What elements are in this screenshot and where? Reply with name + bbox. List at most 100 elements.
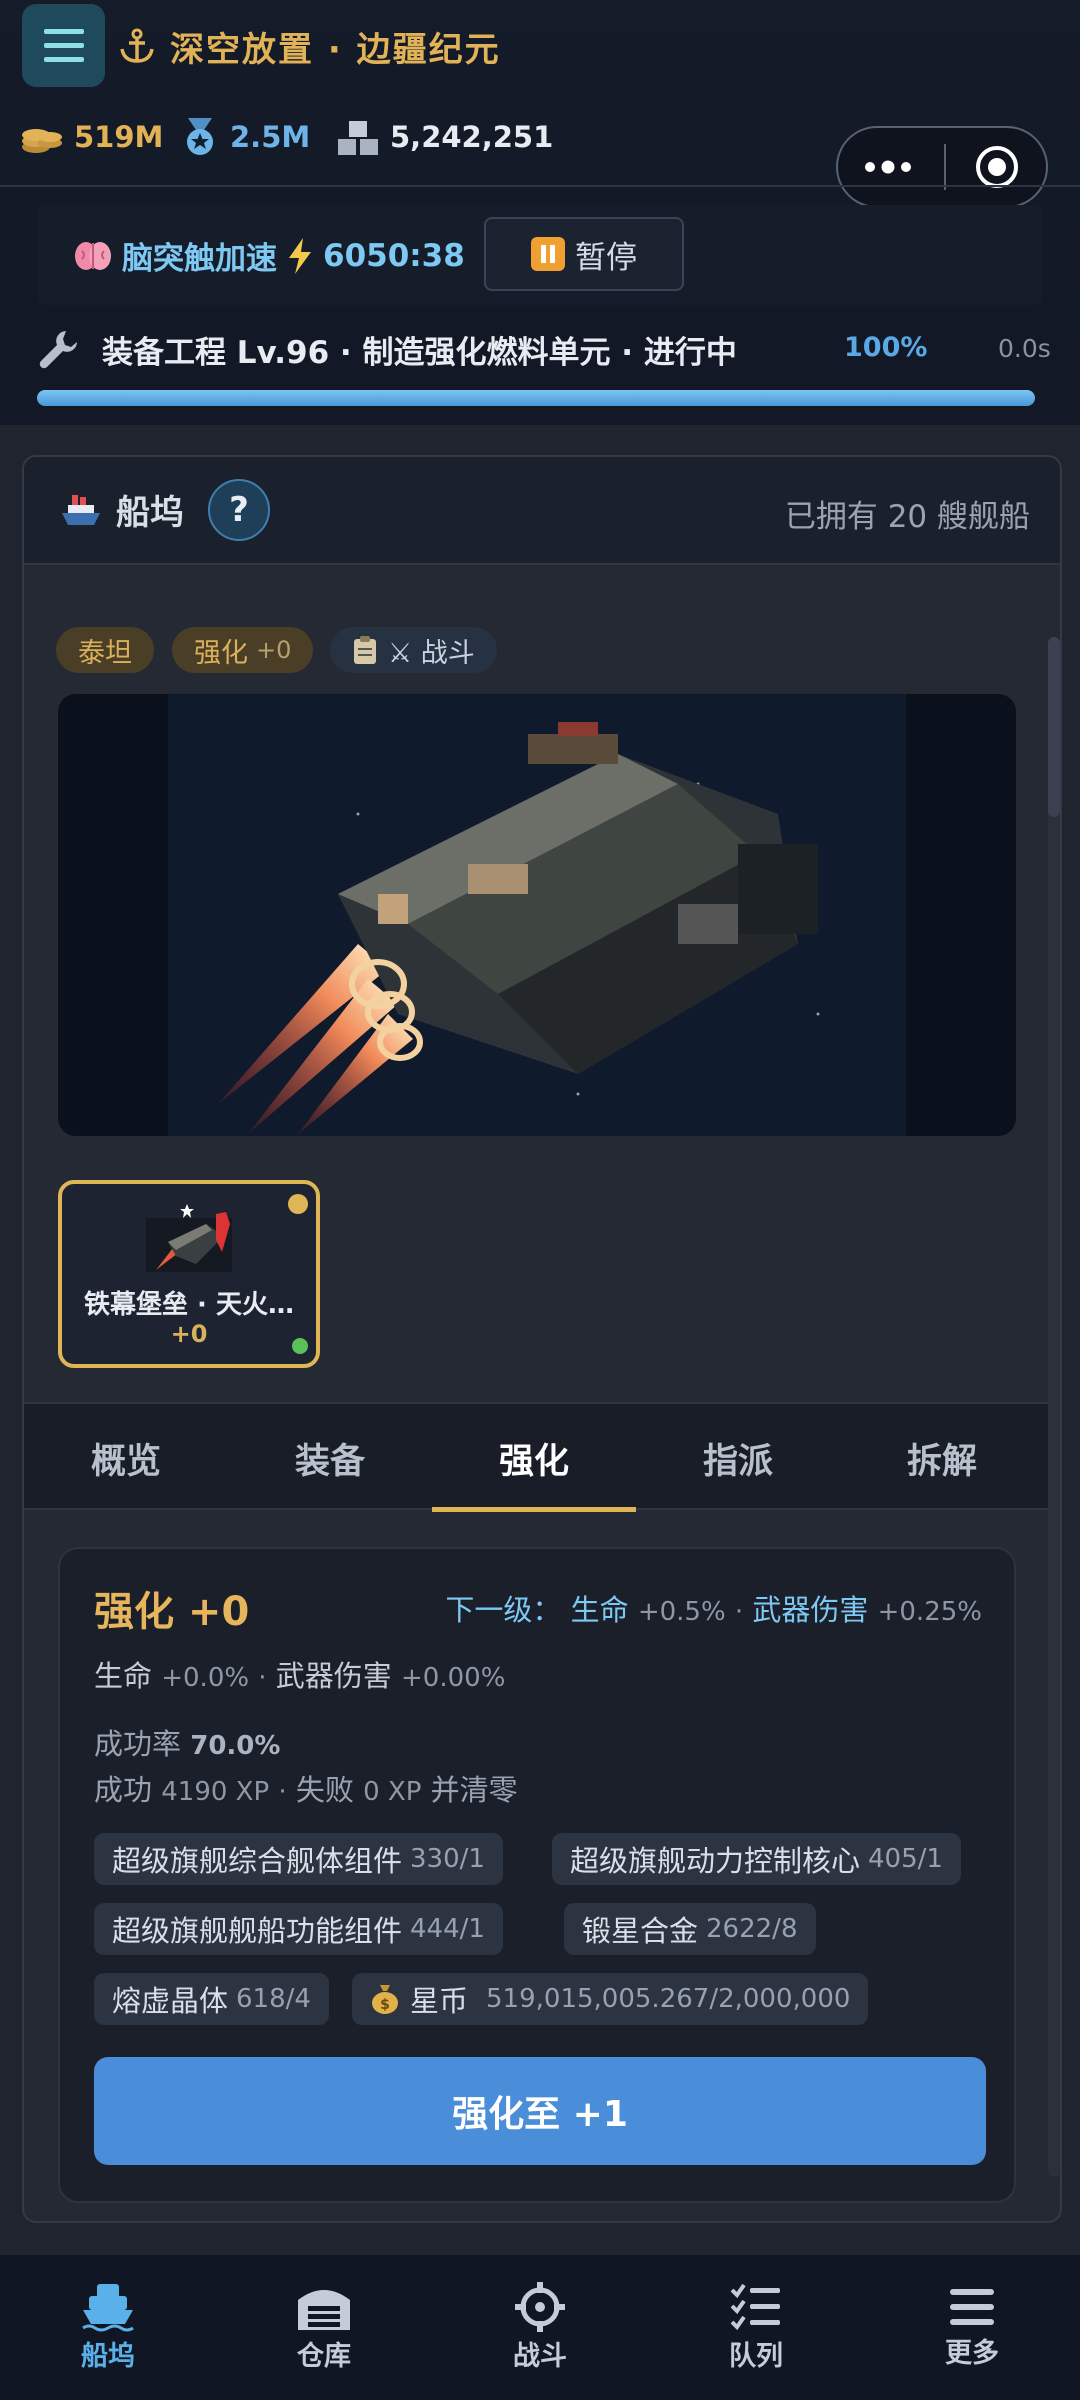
more-dots-icon: [865, 160, 911, 174]
task-progress-bar: [37, 390, 1035, 406]
coins-icon: [22, 129, 62, 153]
dock-title-text: 船坞: [116, 493, 184, 533]
tab-dismantle[interactable]: 拆解: [840, 1404, 1044, 1512]
mini-program-capsule: [836, 126, 1048, 208]
pause-button[interactable]: 暂停: [484, 217, 684, 291]
enhance-button[interactable]: 强化至 +1: [94, 2057, 986, 2165]
brain-icon: [75, 241, 111, 270]
task-status: 装备工程 Lv.96 · 制造强化燃料单元 · 进行中 100% 0.0s: [36, 318, 1051, 380]
warehouse-icon: [298, 2290, 350, 2330]
bottom-nav: 船坞 仓库 战斗 队列 更多: [0, 2255, 1080, 2400]
nav-more-label: 更多: [945, 2338, 999, 2369]
tag-class: 泰坦: [56, 627, 154, 673]
next-hp-label: 生命: [570, 1593, 629, 1627]
tag-role: ⚔ 战斗: [330, 627, 497, 673]
anchor-icon: [120, 28, 154, 63]
scrollbar-track[interactable]: [1048, 637, 1060, 2177]
nav-warehouse[interactable]: 仓库: [216, 2255, 432, 2400]
material-chip: 超级旗舰动力控制核心 405/1: [552, 1833, 961, 1885]
tag-role-label: ⚔ 战斗: [388, 637, 475, 669]
task-percent: 100%: [844, 332, 928, 363]
ship-preview: [58, 694, 1016, 1136]
boost-timer: 6050:38: [323, 237, 465, 274]
pause-label: 暂停: [575, 239, 637, 276]
target-circle-icon: [976, 146, 1018, 188]
next-dmg-label: 武器伤害: [752, 1593, 869, 1627]
material-chip: 熔虚晶体 618/4: [94, 1973, 329, 2025]
resource-coins: 519M: [20, 112, 163, 162]
tab-overview[interactable]: 概览: [24, 1404, 228, 1512]
cur-dmg-value: +0.00%: [401, 1663, 506, 1693]
material-qty: 444/1: [410, 1914, 485, 1944]
tab-equipment[interactable]: 装备: [228, 1404, 432, 1512]
capsule-divider: [944, 144, 946, 190]
tag-enhance-label: 强化: [194, 637, 248, 669]
ship-card-name: 铁幕堡垒 · 天火…: [84, 1290, 294, 1320]
material-name: 超级旗舰舰船功能组件: [112, 1914, 403, 1948]
nav-queue-label: 队列: [729, 2341, 783, 2372]
material-name: 星币: [410, 1984, 469, 2018]
close-button[interactable]: [952, 144, 1042, 190]
svg-text:$: $: [380, 1997, 390, 2013]
separator-dot: ·: [734, 1597, 744, 1627]
material-name: 超级旗舰综合舰体组件: [112, 1844, 403, 1878]
nav-battle[interactable]: 战斗: [432, 2255, 648, 2400]
money-bag-icon: $: [372, 1985, 398, 2014]
ship-card[interactable]: 铁幕堡垒 · 天火… +0: [58, 1180, 320, 1368]
enhance-card: 强化 +0 下一级： 生命 +0.5% · 武器伤害 +0.25% 生命 +0.…: [58, 1547, 1016, 2203]
help-button[interactable]: ?: [208, 479, 270, 541]
next-level-stats: 下一级： 生命 +0.5% · 武器伤害 +0.25%: [445, 1587, 982, 1629]
material-chip: 超级旗舰舰船功能组件 444/1: [94, 1903, 503, 1955]
tab-assign[interactable]: 指派: [636, 1404, 840, 1512]
pause-icon: [531, 237, 565, 271]
nav-queue[interactable]: 队列: [648, 2255, 864, 2400]
blocks-value: 5,242,251: [390, 120, 554, 154]
cur-hp-value: +0.0%: [161, 1663, 250, 1693]
star-icon: [180, 1204, 194, 1218]
owned-count: 已拥有 20 艘舰船: [784, 499, 1030, 535]
scrollbar-thumb[interactable]: [1048, 637, 1060, 817]
nav-more[interactable]: 更多: [864, 2255, 1080, 2400]
wrench-icon: [39, 331, 77, 369]
fail-label: 失败: [295, 1773, 354, 1807]
dock-panel: 船坞 ? 已拥有 20 艘舰船 泰坦 强化 +0 ⚔ 战斗 铁幕堡垒 · 天火……: [22, 455, 1062, 2223]
coins-value: 519M: [74, 120, 164, 154]
ship-tabs: 概览 装备 强化 指派 拆解: [24, 1402, 1060, 1512]
top-header: 深空放置 · 边疆纪元 519M 2.5M 5,242,251 脑突触加速 60…: [0, 0, 1080, 425]
boost-bar: 脑突触加速 6050:38 暂停: [38, 205, 1042, 305]
material-qty: 618/4: [236, 1984, 311, 2014]
menu-button[interactable]: [22, 4, 105, 87]
next-dmg-value: +0.25%: [877, 1597, 982, 1627]
app-title: 深空放置 · 边疆纪元: [118, 18, 501, 74]
dock-title: 船坞: [60, 485, 184, 534]
more-button[interactable]: [838, 160, 938, 174]
boost-name: 脑突触加速: [122, 241, 277, 277]
nav-dock-label: 船坞: [81, 2341, 135, 2372]
tab-enhance[interactable]: 强化: [432, 1404, 636, 1512]
material-qty: 519,015,005.267/2,000,000: [486, 1984, 851, 2014]
rarity-dot: [288, 1194, 308, 1214]
current-stats: 生命 +0.0% · 武器伤害 +0.00%: [94, 1653, 505, 1695]
tag-enhance: 强化 +0: [172, 627, 314, 673]
ship-emoji-icon: [62, 494, 100, 525]
material-qty: 330/1: [410, 1844, 485, 1874]
material-name: 超级旗舰动力控制核心: [570, 1844, 861, 1878]
material-name: 熔虚晶体: [112, 1984, 229, 2018]
material-qty: 405/1: [868, 1844, 943, 1874]
header-divider: [0, 185, 1080, 187]
success-label: 成功: [94, 1773, 153, 1807]
rate-value: 70.0%: [190, 1731, 281, 1761]
hamburger-menu-icon: [950, 2289, 994, 2325]
dock-header: 船坞 ? 已拥有 20 艘舰船: [24, 457, 1060, 565]
rate-label: 成功率: [94, 1727, 182, 1761]
lightning-icon: [289, 237, 311, 274]
ship-icon: [82, 2284, 134, 2332]
material-chip: $ 星币 519,015,005.267/2,000,000: [352, 1973, 869, 2025]
app-title-text: 深空放置 · 边疆纪元: [170, 29, 501, 70]
task-time: 0.0s: [998, 334, 1051, 363]
fail-suffix: 并清零: [430, 1773, 518, 1807]
next-level-prefix: 下一级：: [445, 1593, 562, 1627]
medals-value: 2.5M: [230, 120, 311, 154]
nav-dock[interactable]: 船坞: [0, 2255, 216, 2400]
material-name: 锻星合金: [582, 1914, 699, 1948]
